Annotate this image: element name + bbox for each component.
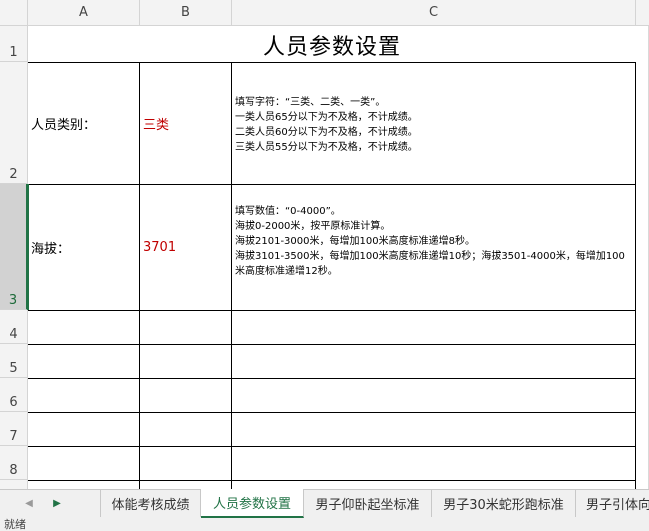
- table-border: [28, 310, 636, 311]
- column-header-b[interactable]: B: [140, 0, 232, 26]
- cell-a2-category-label[interactable]: 人员类别：: [28, 63, 139, 184]
- row-header-3[interactable]: 3: [0, 184, 28, 310]
- cell-c3-altitude-notes[interactable]: 填写数值：“0-4000”。 海拔0-2000米，按平原标准计算。 海拔2101…: [232, 202, 635, 307]
- row-header-9-partial[interactable]: [0, 480, 28, 489]
- status-bar: 就绪: [0, 518, 649, 531]
- cell-b3-altitude-value[interactable]: 3701: [140, 185, 231, 310]
- row-header-4[interactable]: 4: [0, 310, 28, 344]
- row-header-2[interactable]: 2: [0, 62, 28, 184]
- cell-c2-category-notes[interactable]: 填写字符：“三类、二类、一类”。 一类人员65分以下为不及格，不计成绩。 二类人…: [232, 93, 635, 181]
- sheet-title-cell[interactable]: 人员参数设置: [28, 27, 636, 62]
- cell-b2-category-value[interactable]: 三类: [140, 63, 231, 184]
- row-header-1[interactable]: 1: [0, 26, 28, 62]
- select-all-corner[interactable]: [0, 0, 28, 26]
- table-border: [635, 62, 636, 489]
- column-header-d-partial[interactable]: [636, 0, 649, 26]
- column-header-a[interactable]: A: [28, 0, 140, 26]
- tab-situps-standard[interactable]: 男子仰卧起坐标准: [304, 490, 432, 517]
- tab-scroll-right-icon[interactable]: ▶: [50, 494, 64, 512]
- table-border: [28, 446, 636, 447]
- tab-serpentine-run-standard[interactable]: 男子30米蛇形跑标准: [432, 490, 576, 517]
- table-border: [28, 378, 636, 379]
- row-header-6[interactable]: 6: [0, 378, 28, 412]
- table-border: [28, 412, 636, 413]
- row-header-7[interactable]: 7: [0, 412, 28, 446]
- tab-scroll-left-icon[interactable]: ◀: [22, 494, 36, 512]
- cell-a3-altitude-label[interactable]: 海拔：: [28, 185, 139, 310]
- table-border: [28, 480, 636, 481]
- table-border: [28, 344, 636, 345]
- tab-fitness-scores[interactable]: 体能考核成绩: [100, 490, 201, 517]
- column-header-c[interactable]: C: [232, 0, 636, 26]
- row-header-8[interactable]: 8: [0, 446, 28, 480]
- row-header-5[interactable]: 5: [0, 344, 28, 378]
- tab-pullups-standard[interactable]: 男子引体向: [576, 490, 649, 517]
- tab-personnel-params[interactable]: 人员参数设置: [201, 489, 304, 518]
